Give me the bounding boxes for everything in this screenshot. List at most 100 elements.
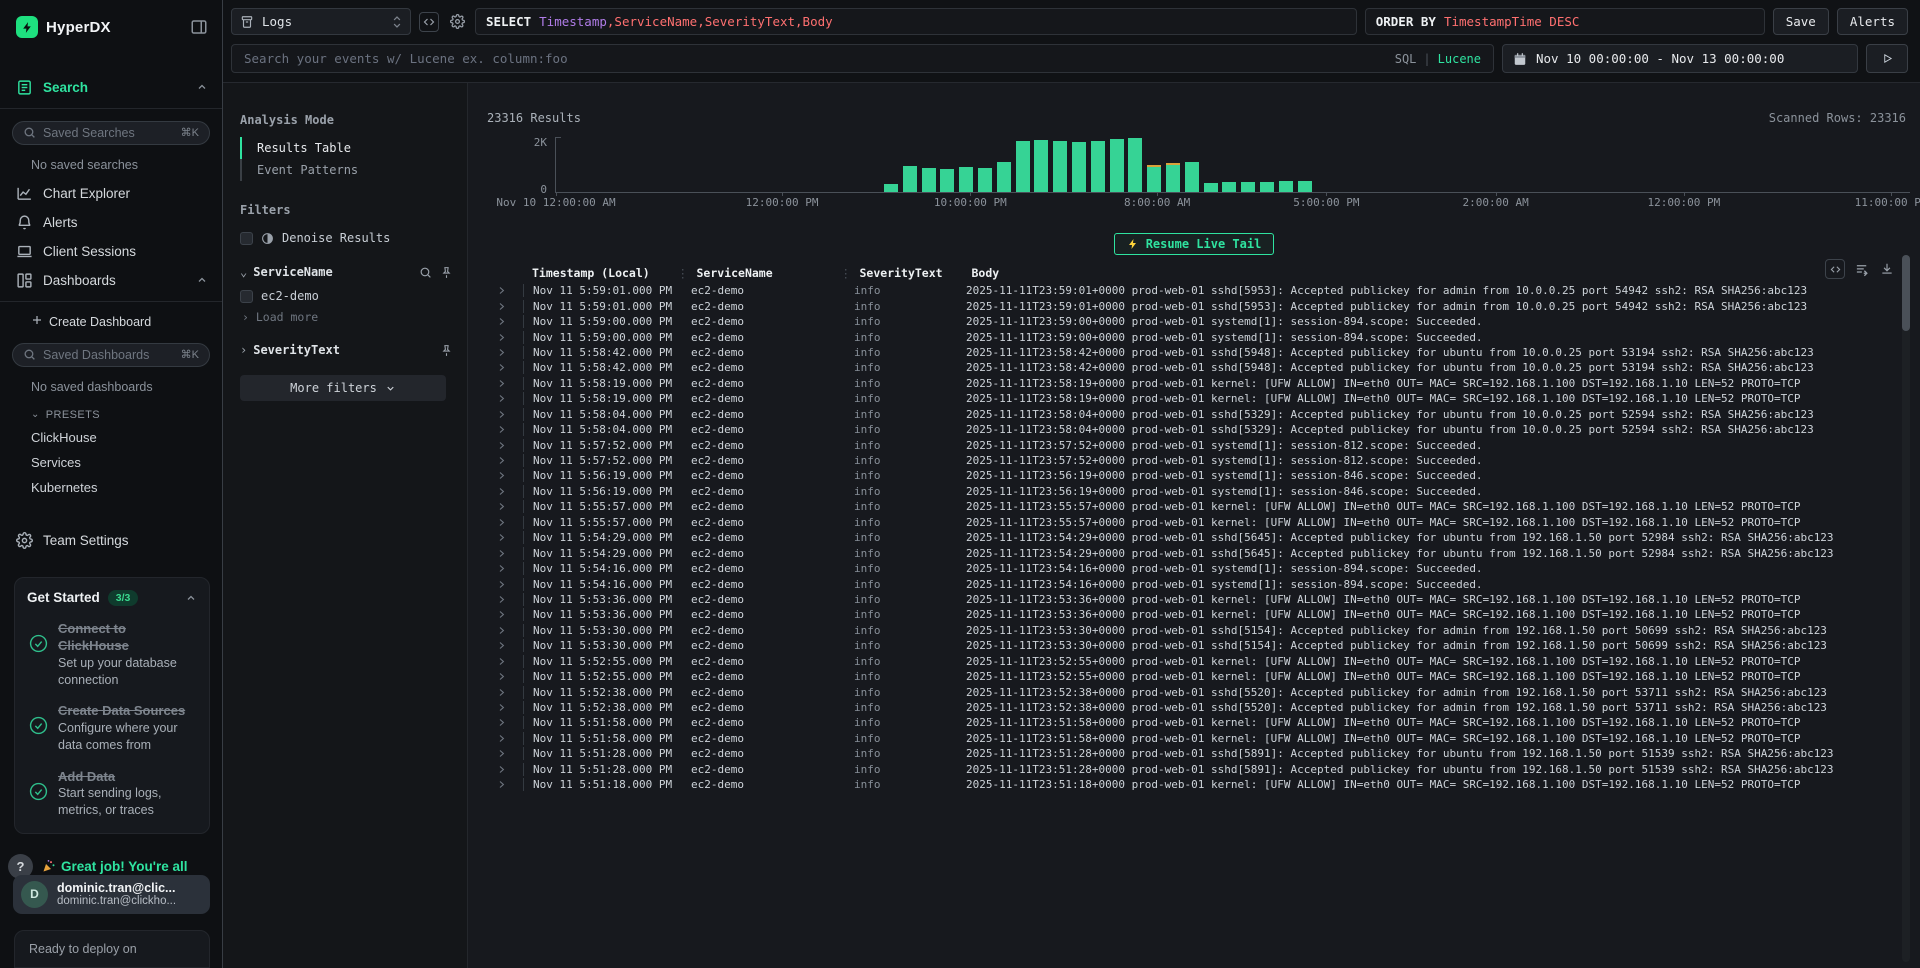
row-expand-chevron-icon[interactable] xyxy=(497,379,523,388)
sql-mode-toggle[interactable]: SQL xyxy=(1395,52,1417,66)
sidebar-item-client-sessions[interactable]: Client Sessions xyxy=(0,237,222,266)
table-row[interactable]: Nov 11 5:57:52.000 PM ec2-demo info 2025… xyxy=(497,437,1910,452)
table-row[interactable]: Nov 11 5:58:19.000 PM ec2-demo info 2025… xyxy=(497,376,1910,391)
scrollbar-thumb[interactable] xyxy=(1902,255,1910,331)
row-expand-chevron-icon[interactable] xyxy=(497,610,523,619)
table-row[interactable]: Nov 11 5:51:28.000 PM ec2-demo info 2025… xyxy=(497,762,1910,777)
histogram-bar[interactable] xyxy=(903,166,917,192)
table-row[interactable]: Nov 11 5:55:57.000 PM ec2-demo info 2025… xyxy=(497,515,1910,530)
table-row[interactable]: Nov 11 5:59:01.000 PM ec2-demo info 2025… xyxy=(497,298,1910,313)
denoise-results-checkbox-row[interactable]: Denoise Results xyxy=(240,227,453,249)
row-expand-chevron-icon[interactable] xyxy=(497,749,523,758)
histogram-bar[interactable] xyxy=(922,168,936,192)
table-row[interactable]: Nov 11 5:59:00.000 PM ec2-demo info 2025… xyxy=(497,329,1910,344)
pin-icon[interactable] xyxy=(440,266,453,279)
get-started-item[interactable]: Add Data Start sending logs, metrics, or… xyxy=(27,768,197,819)
sidebar-collapse-icon[interactable] xyxy=(190,18,208,36)
histogram-bar[interactable] xyxy=(1298,181,1312,192)
table-row[interactable]: Nov 11 5:51:58.000 PM ec2-demo info 2025… xyxy=(497,715,1910,730)
row-expand-chevron-icon[interactable] xyxy=(497,317,523,326)
row-expand-chevron-icon[interactable] xyxy=(497,502,523,511)
table-row[interactable]: Nov 11 5:56:19.000 PM ec2-demo info 2025… xyxy=(497,468,1910,483)
alerts-button[interactable]: Alerts xyxy=(1837,8,1908,35)
row-expand-chevron-icon[interactable] xyxy=(497,333,523,342)
table-row[interactable]: Nov 11 5:58:42.000 PM ec2-demo info 2025… xyxy=(497,345,1910,360)
row-expand-chevron-icon[interactable] xyxy=(497,657,523,666)
filter-group-servicename[interactable]: ⌄ ServiceName xyxy=(240,265,453,279)
preset-item[interactable]: ClickHouse xyxy=(0,425,222,450)
resume-live-tail-button[interactable]: Resume Live Tail xyxy=(1114,233,1275,255)
histogram-bar[interactable] xyxy=(1053,141,1067,192)
presets-toggle[interactable]: ⌄ PRESETS xyxy=(0,401,222,425)
filter-group-severitytext[interactable]: › SeverityText xyxy=(240,343,453,357)
pin-icon[interactable] xyxy=(440,344,453,357)
table-row[interactable]: Nov 11 5:51:28.000 PM ec2-demo info 2025… xyxy=(497,746,1910,761)
table-row[interactable]: Nov 11 5:59:01.000 PM ec2-demo info 2025… xyxy=(497,283,1910,298)
more-filters-button[interactable]: More filters xyxy=(240,375,446,401)
table-row[interactable]: Nov 11 5:52:55.000 PM ec2-demo info 2025… xyxy=(497,669,1910,684)
histogram-bar[interactable] xyxy=(1260,182,1274,192)
row-expand-chevron-icon[interactable] xyxy=(497,302,523,311)
histogram-bar[interactable] xyxy=(1185,162,1199,192)
sidebar-item-chart-explorer[interactable]: Chart Explorer xyxy=(0,179,222,208)
table-row[interactable]: Nov 11 5:51:18.000 PM ec2-demo info 2025… xyxy=(497,777,1910,792)
table-row[interactable]: Nov 11 5:54:16.000 PM ec2-demo info 2025… xyxy=(497,561,1910,576)
preset-item[interactable]: Services xyxy=(0,450,222,475)
table-row[interactable]: Nov 11 5:52:38.000 PM ec2-demo info 2025… xyxy=(497,684,1910,699)
table-row[interactable]: Nov 11 5:58:04.000 PM ec2-demo info 2025… xyxy=(497,407,1910,422)
row-expand-chevron-icon[interactable] xyxy=(497,518,523,527)
histogram-bar[interactable] xyxy=(1091,141,1105,192)
saved-dashboards-input[interactable]: Saved Dashboards ⌘K xyxy=(12,343,210,367)
col-header-timestamp[interactable]: Timestamp (Local) xyxy=(523,266,691,280)
row-expand-chevron-icon[interactable] xyxy=(497,626,523,635)
row-expand-chevron-icon[interactable] xyxy=(497,425,523,434)
table-row[interactable]: Nov 11 5:54:29.000 PM ec2-demo info 2025… xyxy=(497,545,1910,560)
table-row[interactable]: Nov 11 5:52:38.000 PM ec2-demo info 2025… xyxy=(497,700,1910,715)
run-query-button[interactable] xyxy=(1866,44,1908,73)
table-row[interactable]: Nov 11 5:53:30.000 PM ec2-demo info 2025… xyxy=(497,623,1910,638)
histogram-bar[interactable] xyxy=(940,169,954,192)
table-row[interactable]: Nov 11 5:56:19.000 PM ec2-demo info 2025… xyxy=(497,484,1910,499)
row-expand-chevron-icon[interactable] xyxy=(497,286,523,295)
histogram-bar[interactable] xyxy=(1241,182,1255,192)
source-select[interactable]: Logs xyxy=(231,8,411,35)
row-expand-chevron-icon[interactable] xyxy=(497,348,523,357)
col-header-body[interactable]: ⋮Body xyxy=(966,266,1910,280)
sidebar-item-team-settings[interactable]: Team Settings xyxy=(0,526,222,555)
histogram-bar[interactable] xyxy=(884,184,898,192)
row-expand-chevron-icon[interactable] xyxy=(497,718,523,727)
histogram-bar[interactable] xyxy=(1110,139,1124,192)
table-row[interactable]: Nov 11 5:52:55.000 PM ec2-demo info 2025… xyxy=(497,654,1910,669)
row-expand-chevron-icon[interactable] xyxy=(497,595,523,604)
lucene-search-input[interactable]: Search your events w/ Lucene ex. column:… xyxy=(231,44,1494,73)
row-expand-chevron-icon[interactable] xyxy=(497,410,523,419)
histogram-bar[interactable] xyxy=(1016,141,1030,192)
row-expand-chevron-icon[interactable] xyxy=(497,487,523,496)
row-expand-chevron-icon[interactable] xyxy=(497,564,523,573)
table-row[interactable]: Nov 11 5:53:30.000 PM ec2-demo info 2025… xyxy=(497,638,1910,653)
filter-search-icon[interactable] xyxy=(419,266,432,279)
row-expand-chevron-icon[interactable] xyxy=(497,641,523,650)
saved-searches-input[interactable]: Saved Searches ⌘K xyxy=(12,121,210,145)
get-started-item[interactable]: Create Data Sources Configure where your… xyxy=(27,702,197,753)
row-expand-chevron-icon[interactable] xyxy=(497,672,523,681)
date-range-picker[interactable]: Nov 10 00:00:00 - Nov 13 00:00:00 xyxy=(1502,44,1858,73)
histogram-bar[interactable] xyxy=(1204,183,1218,192)
chevron-up-icon[interactable] xyxy=(185,592,197,604)
table-row[interactable]: Nov 11 5:57:52.000 PM ec2-demo info 2025… xyxy=(497,453,1910,468)
table-row[interactable]: Nov 11 5:55:57.000 PM ec2-demo info 2025… xyxy=(497,499,1910,514)
row-expand-chevron-icon[interactable] xyxy=(497,688,523,697)
histogram-bar[interactable] xyxy=(997,162,1011,192)
scrollbar-track[interactable] xyxy=(1902,255,1910,962)
row-expand-chevron-icon[interactable] xyxy=(497,456,523,465)
histogram-bar[interactable] xyxy=(1166,163,1180,192)
select-columns-input[interactable]: SELECT Timestamp,ServiceName,SeverityTex… xyxy=(475,8,1357,35)
table-row[interactable]: Nov 11 5:51:58.000 PM ec2-demo info 2025… xyxy=(497,731,1910,746)
sidebar-item-alerts[interactable]: Alerts xyxy=(0,208,222,237)
row-expand-chevron-icon[interactable] xyxy=(497,533,523,542)
row-expand-chevron-icon[interactable] xyxy=(497,580,523,589)
histogram-bar[interactable] xyxy=(1128,138,1142,192)
histogram-bar[interactable] xyxy=(1222,182,1236,192)
table-row[interactable]: Nov 11 5:58:04.000 PM ec2-demo info 2025… xyxy=(497,422,1910,437)
sidebar-item-dashboards[interactable]: Dashboards xyxy=(0,266,222,295)
